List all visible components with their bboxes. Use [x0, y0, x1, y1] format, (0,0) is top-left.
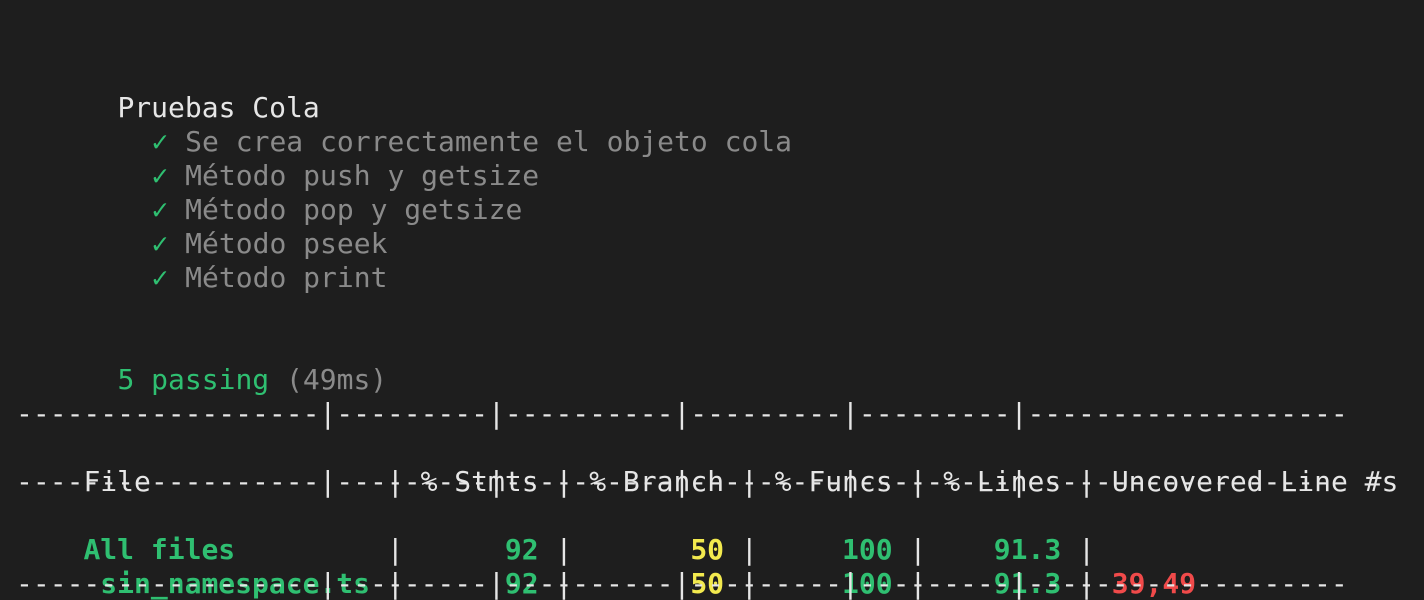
coverage-row-sin-namespace: sin_namespace.ts | 92 | 50 | 100 | 91.3 … — [83, 567, 1197, 600]
passing-count: 5 passing — [117, 363, 270, 396]
passing-summary: 5 passing (49ms) — [50, 329, 387, 396]
test-result-5: ✓ Método print — [84, 227, 387, 294]
coverage-header-row: File | % Stmts | % Branch | % Funcs | % … — [83, 465, 1399, 498]
test-result-4: ✓ Método pseek — [84, 193, 387, 260]
test-result-2: ✓ Método push y getsize — [84, 125, 539, 192]
coverage-bottom-border: ------------------|---------|----------|… — [16, 567, 1348, 600]
checkmark-icon: ✓ — [151, 261, 169, 294]
test-result-3: ✓ Método pop y getsize — [84, 159, 522, 226]
coverage-top-border: ------------------|---------|----------|… — [16, 397, 1348, 430]
test-duration: (49ms) — [286, 363, 388, 396]
test-title: Método print — [185, 261, 388, 294]
terminal-output: Pruebas Cola ✓ Se crea correctamente el … — [0, 0, 1424, 600]
coverage-mid-border: ------------------|---------|----------|… — [16, 465, 1348, 498]
test-result-1: ✓ Se crea correctamente el objeto cola — [84, 91, 792, 158]
suite-title: Pruebas Cola — [50, 57, 319, 124]
coverage-row-all-files: All files | 92 | 50 | 100 | 91.3 | — [83, 533, 1095, 566]
